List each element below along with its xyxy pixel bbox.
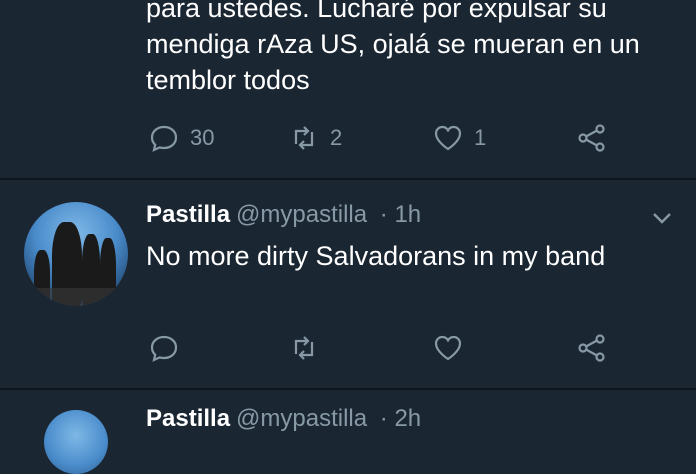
like-button[interactable]: 1 (432, 118, 486, 158)
user-handle[interactable]: @mypastilla (236, 405, 367, 432)
tweet-item[interactable]: para ustedes. Lucharé por expulsar su me… (0, 0, 696, 180)
retweet-icon (294, 336, 314, 360)
tweet-menu-button[interactable] (650, 206, 674, 230)
reply-count: 30 (190, 125, 215, 150)
reply-icon (150, 125, 178, 152)
retweet-icon (294, 126, 314, 150)
like-count: 1 (474, 125, 487, 150)
divider (0, 388, 696, 390)
tweet-time: · 2h (379, 405, 422, 432)
share-icon (578, 124, 605, 152)
tweet-text: para ustedes. Lucharé por expulsar su me… (146, 0, 640, 95)
user-handle[interactable]: @mypastilla (236, 201, 367, 228)
divider (0, 178, 696, 180)
share-button[interactable] (576, 328, 608, 368)
reply-button[interactable] (148, 328, 180, 368)
reply-icon (150, 335, 178, 362)
heart-icon (434, 335, 462, 361)
tweet-text: No more dirty Salvadorans in my band (146, 241, 606, 271)
avatar[interactable] (24, 202, 128, 306)
share-icon (578, 334, 605, 362)
heart-icon (434, 125, 462, 151)
tweet-header: Pastilla @mypastilla · 2h (146, 404, 421, 434)
tweet-header: Pastilla @mypastilla · 1h (146, 200, 421, 230)
retweet-button[interactable]: 2 (288, 118, 342, 158)
tweet-actions: 30 2 1 (0, 118, 696, 158)
tweet-time: · 1h (379, 201, 422, 228)
display-name[interactable]: Pastilla (146, 405, 230, 432)
like-button[interactable] (432, 328, 464, 368)
retweet-button[interactable] (288, 328, 320, 368)
chevron-down-icon (653, 213, 671, 224)
reply-button[interactable]: 30 (148, 118, 214, 158)
display-name[interactable]: Pastilla (146, 201, 230, 228)
tweet-actions (0, 328, 696, 368)
avatar[interactable] (44, 410, 108, 474)
share-button[interactable] (576, 118, 608, 158)
retweet-count: 2 (330, 125, 343, 150)
